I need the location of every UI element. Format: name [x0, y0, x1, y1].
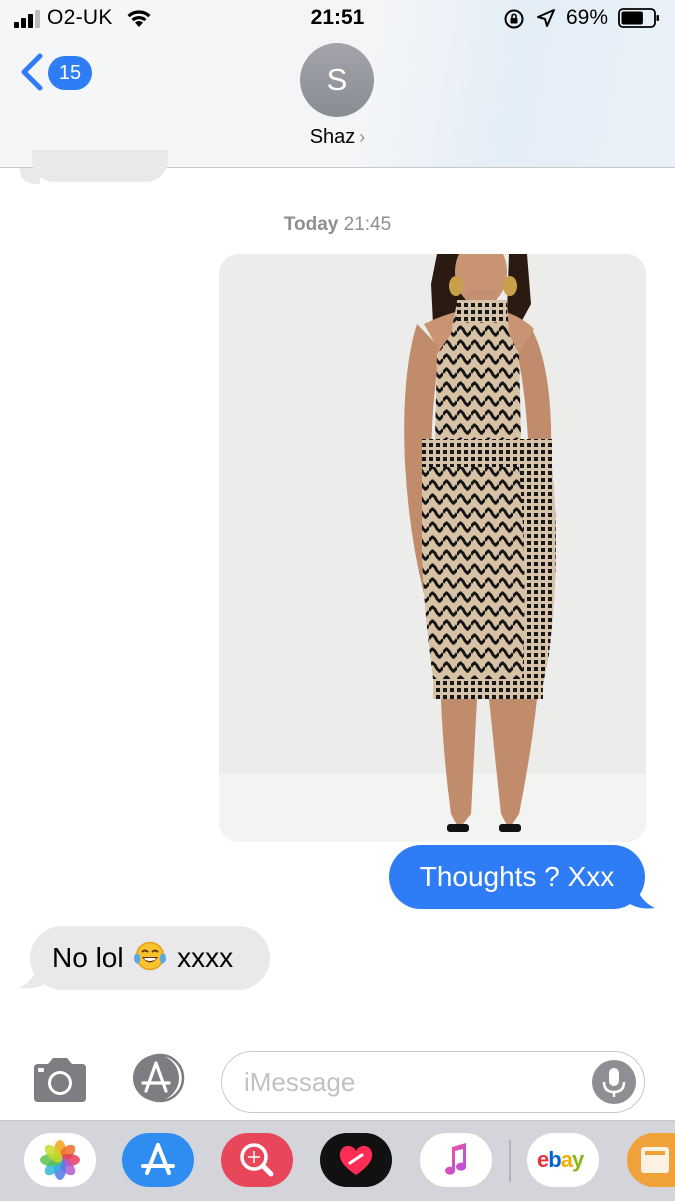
message-timestamp: Today 21:45: [0, 214, 675, 236]
face-with-tears-of-joy-icon: [134, 941, 167, 971]
rotation-lock-icon: [504, 9, 524, 29]
battery-icon: [618, 8, 659, 28]
timestamp-time: 21:45: [343, 214, 392, 235]
photos-app-button[interactable]: [24, 1133, 96, 1187]
back-button[interactable]: 15: [18, 52, 98, 94]
timestamp-day: Today: [283, 214, 339, 235]
incoming-message-bubble[interactable]: No lol xxxx: [30, 926, 270, 990]
outgoing-message-bubble[interactable]: Thoughts ? Xxx: [389, 845, 645, 909]
photos-icon: [40, 1140, 80, 1180]
app-store-icon[interactable]: [126, 1053, 192, 1103]
contact-name[interactable]: Shaz ›: [0, 126, 675, 149]
dress-photo-image: [219, 254, 646, 842]
unread-count-badge: 15: [48, 56, 92, 90]
ebay-icon: ebay: [537, 1147, 584, 1172]
imessage-placeholder: iMessage: [244, 1067, 356, 1097]
chevron-right-icon: ›: [359, 127, 366, 147]
contact-avatar[interactable]: S: [300, 43, 374, 117]
search-web-icon: [240, 1143, 274, 1177]
bubble-tail: [20, 168, 40, 184]
drawer-divider: [509, 1140, 511, 1182]
digital-touch-icon: [339, 1145, 373, 1175]
incoming-text-suffix: xxxx: [177, 942, 234, 973]
dress-photo[interactable]: [219, 254, 646, 842]
battery-percentage: 69%: [566, 6, 609, 29]
ebay-app-button[interactable]: ebay: [527, 1133, 599, 1187]
partial-app-icon: [641, 1147, 669, 1173]
chevron-left-icon: [21, 53, 43, 91]
digital-touch-app-button[interactable]: [320, 1133, 392, 1187]
music-icon: [445, 1143, 466, 1175]
imessage-input[interactable]: iMessage: [221, 1051, 645, 1113]
camera-icon[interactable]: [30, 1058, 90, 1104]
music-app-button[interactable]: [420, 1133, 492, 1187]
bubble-tail: [19, 962, 46, 989]
previous-message-bubble[interactable]: [32, 150, 168, 182]
microphone-icon: [602, 1068, 626, 1097]
web-search-app-button[interactable]: [221, 1133, 293, 1187]
partial-app-button[interactable]: [627, 1133, 675, 1187]
bubble-tail: [628, 882, 655, 909]
navigation-header: O2-UK 21:51 69% 15 S Shaz ›: [0, 0, 675, 168]
dictation-button[interactable]: [592, 1060, 636, 1104]
contact-name-label: Shaz: [309, 126, 356, 148]
app-store-app-button[interactable]: [122, 1133, 194, 1187]
status-bar: O2-UK 21:51 69%: [0, 0, 675, 38]
app-store-icon: [141, 1143, 175, 1175]
location-arrow-icon: [537, 9, 555, 27]
incoming-text: No lol: [52, 942, 124, 973]
